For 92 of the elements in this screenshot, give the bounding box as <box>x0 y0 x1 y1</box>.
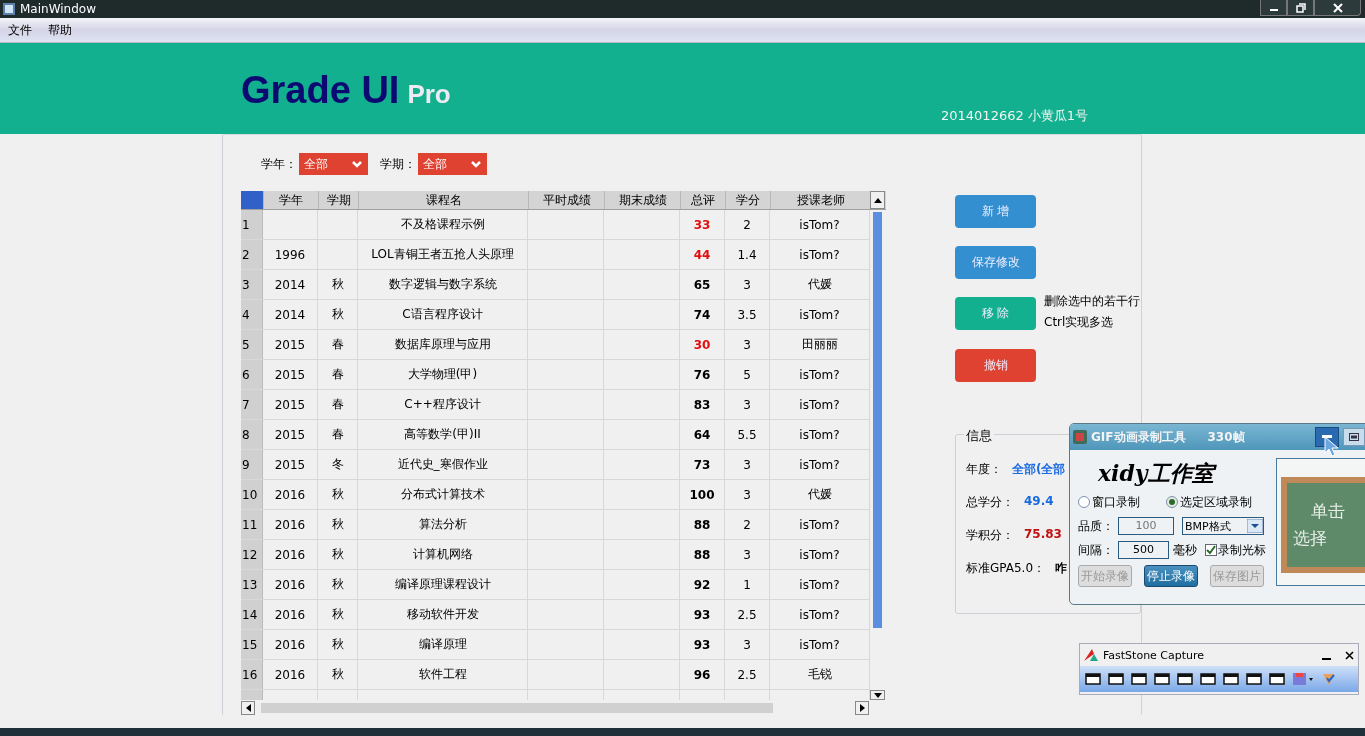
menu-item[interactable]: 文件 <box>8 21 32 39</box>
unit-label: 毫秒 <box>1173 541 1197 559</box>
row-header[interactable]: 11 <box>241 510 263 539</box>
row-header[interactable]: 1 <box>241 210 263 239</box>
hint-text: Ctrl实现多选 <box>1044 314 1115 331</box>
maximize-button[interactable] <box>1343 428 1365 446</box>
row-header[interactable]: 4 <box>241 300 263 329</box>
row-header[interactable]: 13 <box>241 570 263 599</box>
window-title: MainWindow <box>20 2 96 16</box>
format-dropdown[interactable]: BMP格式 <box>1182 517 1264 535</box>
menu-item[interactable]: 帮助 <box>48 21 72 39</box>
frame-count: 330帧 <box>1207 428 1245 446</box>
scroll-down-button[interactable] <box>870 690 885 700</box>
scroll-up-button[interactable] <box>870 191 885 209</box>
window-title: FastStone Capture <box>1103 648 1205 662</box>
field-label: 间隔： <box>1078 541 1114 559</box>
board-text: 选择 <box>1293 527 1327 550</box>
restore-icon <box>1295 2 1306 13</box>
filter-label: 学期： <box>380 155 416 173</box>
window-title: GIF动画录制工具 <box>1091 428 1186 446</box>
studio-logo: xidy工作室 <box>1078 458 1266 488</box>
chevron-down-icon <box>352 160 362 168</box>
filter-dropdown[interactable]: 全部 <box>418 153 487 175</box>
row-header[interactable]: 15 <box>241 630 263 659</box>
arrow-down-icon <box>873 692 882 698</box>
column-header[interactable]: 课程名 <box>358 191 528 209</box>
column-header[interactable]: 学年 <box>263 191 318 209</box>
radio-icon <box>1078 496 1090 508</box>
info-label: 总学分： <box>966 494 1014 511</box>
close-icon <box>1344 650 1354 660</box>
restore-button[interactable] <box>1287 0 1314 16</box>
recorder-button[interactable]: 停止录像 <box>1144 565 1198 587</box>
mode-radio[interactable]: 选定区域录制 <box>1166 493 1252 511</box>
app-icon <box>3 3 15 15</box>
group-title: 信息 <box>964 427 994 445</box>
filter-label: 学年： <box>261 155 297 173</box>
info-value: 49.4 <box>1024 494 1054 510</box>
row-header[interactable]: 16 <box>241 660 263 689</box>
scrollbar-thumb[interactable] <box>261 703 773 713</box>
action-button[interactable]: 撤销 <box>955 349 1036 382</box>
close-button[interactable] <box>1314 0 1361 16</box>
hint-text: 删除选中的若干行 <box>1044 293 1140 310</box>
board-text: 单击 <box>1311 500 1345 523</box>
row-header[interactable]: 8 <box>241 420 263 449</box>
arrow-right-icon <box>859 704 865 712</box>
scroll-left-button[interactable] <box>241 701 255 715</box>
column-header[interactable]: 平时成绩 <box>528 191 604 209</box>
info-label: 年度： <box>966 461 1002 478</box>
column-header[interactable]: 期末成绩 <box>604 191 680 209</box>
app-icon <box>1073 430 1087 444</box>
info-value: 咋 <box>1055 560 1068 577</box>
interval-field[interactable]: 500 <box>1118 541 1169 559</box>
scroll-right-button[interactable] <box>855 701 869 715</box>
row-header[interactable]: 14 <box>241 600 263 629</box>
column-header[interactable]: 学分 <box>725 191 770 209</box>
row-header[interactable]: 5 <box>241 330 263 359</box>
row-header[interactable]: 3 <box>241 270 263 299</box>
user-info: 2014012662 小黄瓜1号 <box>941 107 1089 125</box>
settings-icon[interactable] <box>1321 671 1337 687</box>
mode-radio[interactable]: 窗口录制 <box>1078 493 1140 511</box>
app-icon <box>1084 649 1098 661</box>
column-header[interactable]: 学期 <box>318 191 358 209</box>
column-header[interactable]: 总评 <box>680 191 725 209</box>
row-header[interactable]: 12 <box>241 540 263 569</box>
save-icon[interactable] <box>1292 672 1314 686</box>
quality-field[interactable]: 100 <box>1118 517 1174 535</box>
cursor-checkbox[interactable]: 录制光标 <box>1205 541 1266 559</box>
chevron-down-icon <box>471 160 481 168</box>
dropdown-arrow-icon <box>1247 519 1263 533</box>
arrow-left-icon <box>245 704 251 712</box>
row-header[interactable]: 10 <box>241 480 263 509</box>
app-title: Grade UI <box>241 69 400 112</box>
radio-icon <box>1166 496 1178 508</box>
minimize-button[interactable] <box>1260 0 1287 16</box>
row-header[interactable]: 9 <box>241 450 263 479</box>
info-label: 标准GPA5.0： <box>966 560 1046 577</box>
field-label: 品质： <box>1078 517 1114 535</box>
minimize-icon <box>1321 657 1331 660</box>
arrow-up-icon <box>873 197 882 203</box>
row-header[interactable]: 6 <box>241 360 263 389</box>
info-value: 75.83 <box>1024 527 1062 543</box>
row-header[interactable]: 2 <box>241 240 263 269</box>
scrollbar-thumb[interactable] <box>873 212 882 628</box>
info-value: 全部(全部 <box>1012 461 1066 478</box>
checkbox-icon <box>1205 544 1217 556</box>
edition-label: Pro <box>407 79 451 110</box>
window-icon[interactable] <box>1108 672 1124 686</box>
close-icon <box>1332 2 1343 13</box>
info-label: 学积分： <box>966 527 1014 544</box>
maximize-icon <box>1349 433 1359 441</box>
filter-dropdown[interactable]: 全部 <box>299 153 368 175</box>
row-header[interactable]: 7 <box>241 390 263 419</box>
